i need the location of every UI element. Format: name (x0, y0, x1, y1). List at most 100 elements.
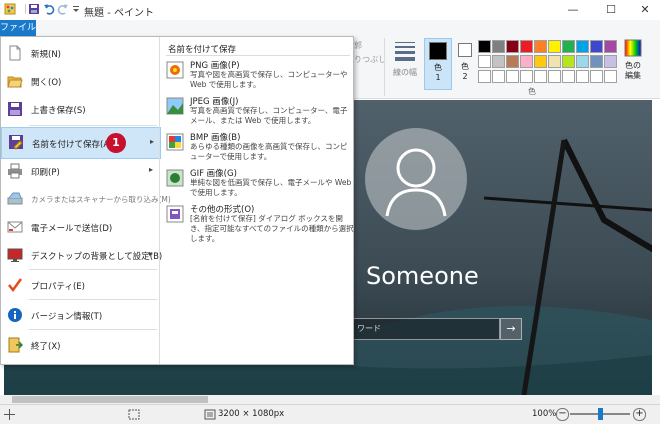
color-swatch[interactable] (604, 55, 617, 68)
color2-selector[interactable]: 色 2 (454, 38, 476, 88)
color2-swatch (458, 43, 472, 57)
redo-icon[interactable] (57, 3, 69, 15)
paint-app-icon (4, 3, 16, 15)
color-swatch[interactable] (520, 55, 533, 68)
menu-item-exit[interactable]: 終了(X) (1, 331, 159, 359)
color-swatch[interactable] (562, 40, 575, 53)
zoom-in-button[interactable]: + (633, 408, 646, 421)
color-swatch[interactable] (576, 55, 589, 68)
user-name: Someone (366, 262, 479, 290)
save-as-bmp[interactable]: BMP 画像(B) あらゆる種類の画像を高画質で保存し、コンピューターで使用しま… (166, 131, 352, 167)
color-swatch[interactable] (604, 70, 617, 83)
color-swatch[interactable] (590, 70, 603, 83)
colors-group-label: 色 (528, 87, 536, 96)
color1-selector[interactable]: 色 1 (424, 38, 452, 90)
step-badge: 1 (106, 133, 126, 153)
menu-item-save-as[interactable]: 名前を付けて保存(A) 1 ▸ (1, 127, 161, 159)
jpeg-image-icon (166, 97, 184, 115)
color-swatch[interactable] (534, 70, 547, 83)
color-swatch[interactable] (534, 55, 547, 68)
desktop-background-icon (7, 247, 23, 263)
zoom-slider-thumb[interactable] (598, 408, 603, 420)
menu-item-email[interactable]: 電子メールで送信(D) (1, 213, 159, 241)
color-swatch[interactable] (492, 55, 505, 68)
color-swatch[interactable] (590, 55, 603, 68)
color-swatch[interactable] (520, 70, 533, 83)
color-swatch[interactable] (506, 40, 519, 53)
close-button[interactable]: ✕ (630, 0, 660, 20)
color-swatch[interactable] (548, 40, 561, 53)
edit-colors-label: 色の 編集 (625, 61, 641, 80)
menu-separator (29, 329, 157, 330)
menu-item-about[interactable]: バージョン情報(T) (1, 301, 159, 329)
color-swatch[interactable] (576, 40, 589, 53)
color-swatch[interactable] (548, 70, 561, 83)
png-image-icon (166, 61, 184, 79)
menu-item-save[interactable]: 上書き保存(S) (1, 95, 159, 123)
customize-toolbar-icon[interactable] (70, 3, 82, 15)
color-palette (478, 40, 620, 86)
quick-save-icon[interactable] (28, 3, 40, 15)
password-field[interactable]: ワード (352, 318, 500, 340)
save-icon (7, 101, 23, 117)
horizontal-scrollbar[interactable] (0, 395, 660, 404)
folder-open-icon (7, 73, 23, 89)
color-swatch[interactable] (548, 55, 561, 68)
color-swatch[interactable] (590, 40, 603, 53)
menu-separator (29, 125, 157, 126)
save-as-gif[interactable]: GIF 画像(G) 単純な図を低画質で保存し、電子メールや Web で使用します… (166, 167, 352, 203)
password-placeholder: ワード (357, 324, 381, 333)
selection-icon (128, 409, 140, 423)
user-avatar (365, 128, 467, 230)
color-swatch[interactable] (576, 70, 589, 83)
zoom-level: 100% (532, 409, 557, 419)
status-bar: 3200 × 1080px 100% − + (0, 404, 660, 424)
menu-item-desktop-background[interactable]: デスクトップの背景として設定(B) ▸ (1, 241, 162, 269)
color-wheel-icon (624, 39, 642, 57)
color-swatch[interactable] (562, 70, 575, 83)
color-swatch[interactable] (506, 55, 519, 68)
line-width-label: 線の幅 (393, 68, 417, 77)
title-bar: 無題 - ペイント — ☐ ✕ (0, 0, 660, 21)
menu-separator (29, 269, 157, 270)
color1-swatch (429, 42, 447, 60)
color-swatch[interactable] (492, 70, 505, 83)
menu-item-properties[interactable]: プロパティ(E) (1, 271, 159, 299)
minimize-button[interactable]: — (558, 0, 588, 20)
file-menu-items: 新規(N) 開く(O) 上書き保存(S) 名前を付けて保存(A) 1 ▸ 印刷(… (1, 37, 171, 364)
line-width-icon (395, 42, 415, 61)
scrollbar-thumb[interactable] (12, 396, 208, 403)
other-formats-icon (166, 205, 184, 223)
edit-colors-button[interactable]: 色の 編集 (620, 38, 646, 88)
menu-separator (29, 299, 157, 300)
menu-item-print[interactable]: 印刷(P) ▸ (1, 157, 159, 185)
ribbon-divider (384, 38, 385, 96)
color-swatch[interactable] (492, 40, 505, 53)
exit-icon (7, 337, 24, 353)
save-as-other[interactable]: その他の形式(O) [名前を付けて保存] ダイアログ ボックスを開き、指定可能な… (166, 203, 354, 243)
chevron-right-icon: ▸ (148, 165, 153, 174)
move-cursor-icon (4, 409, 15, 423)
submit-arrow-button[interactable]: → (500, 318, 522, 340)
color-swatch[interactable] (604, 40, 617, 53)
color-swatch[interactable] (506, 70, 519, 83)
window-title: 無題 - ペイント (84, 8, 154, 19)
color-swatch[interactable] (478, 70, 491, 83)
menu-item-open[interactable]: 開く(O) (1, 67, 159, 95)
menu-item-scanner[interactable]: カメラまたはスキャナーから取り込み(M) (1, 185, 171, 213)
menu-item-new[interactable]: 新規(N) (1, 39, 159, 67)
color-swatch[interactable] (520, 40, 533, 53)
color-swatch[interactable] (478, 40, 491, 53)
undo-icon[interactable] (43, 3, 55, 15)
new-document-icon (7, 45, 23, 61)
color-swatch[interactable] (534, 40, 547, 53)
save-as-png[interactable]: PNG 画像(P) 写真や図を高画質で保存し、コンピューターや Web で使用し… (166, 59, 352, 95)
line-width-button[interactable]: 線の幅 (392, 38, 418, 77)
user-icon (385, 148, 447, 217)
zoom-out-button[interactable]: − (556, 408, 569, 421)
maximize-button[interactable]: ☐ (596, 0, 626, 20)
save-as-jpeg[interactable]: JPEG 画像(J) 写真を高画質で保存し、コンピューター、電子メール、または … (166, 95, 352, 131)
color-swatch[interactable] (478, 55, 491, 68)
file-tab[interactable]: ファイル (0, 20, 36, 36)
color-swatch[interactable] (562, 55, 575, 68)
